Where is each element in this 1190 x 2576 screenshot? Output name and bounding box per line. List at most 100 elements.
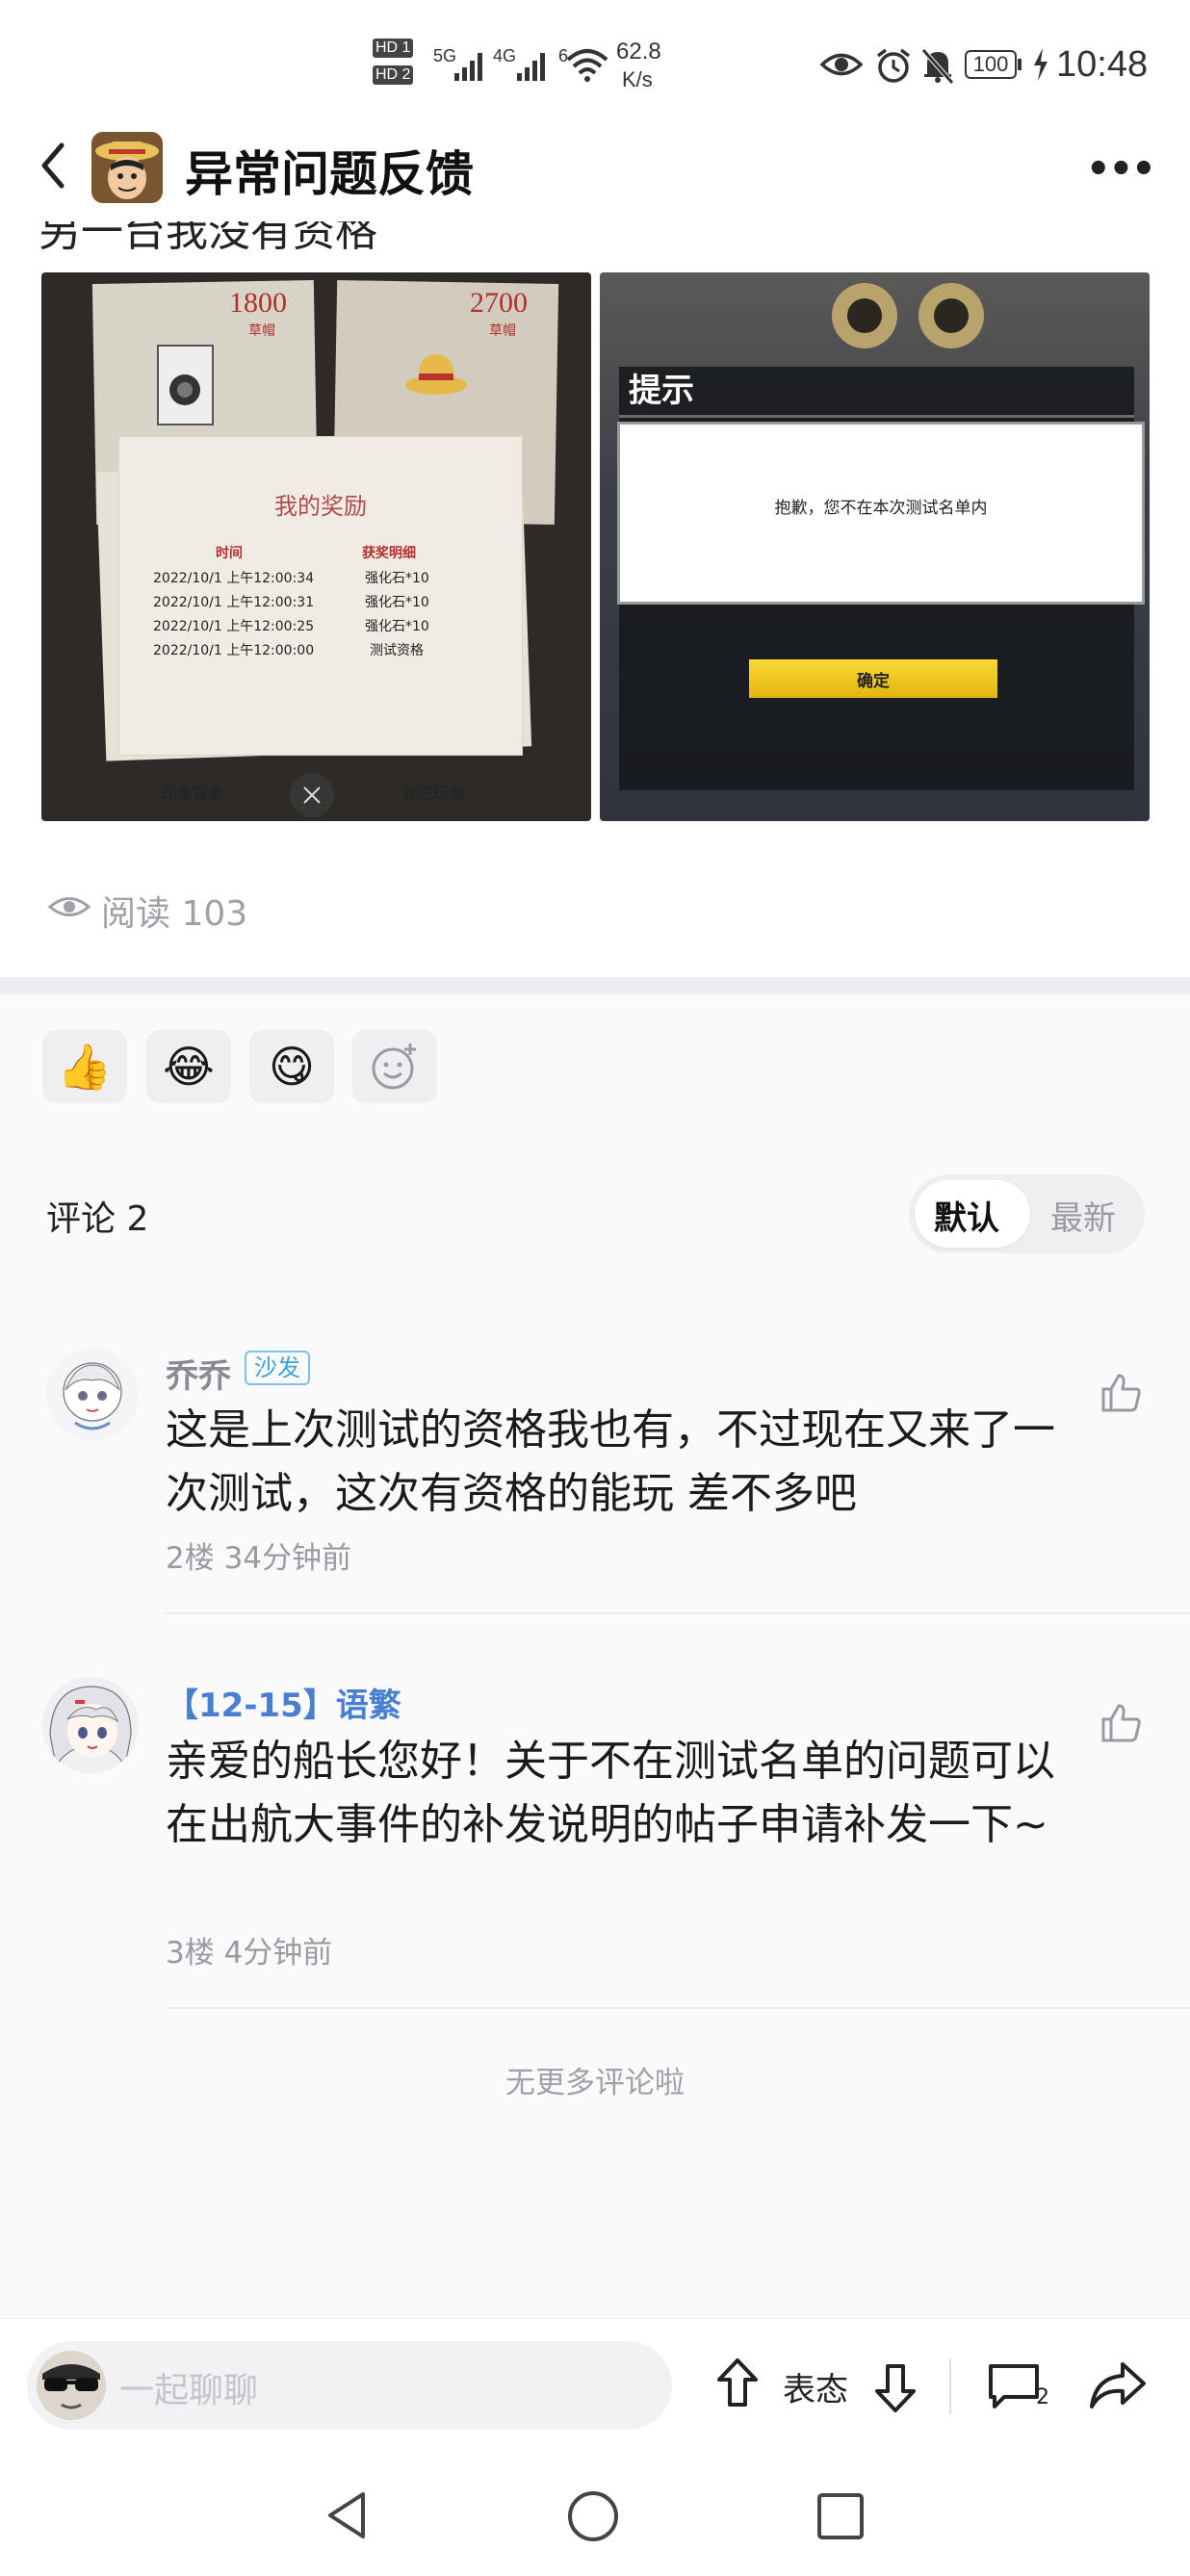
read-eye-icon: [48, 897, 91, 916]
app-header: 异常问题反馈 •••: [0, 111, 1190, 221]
anime-girl-avatar-icon: [46, 1348, 139, 1440]
comment-meta: 2楼 34分钟前: [166, 1541, 352, 1576]
net2-label: 4G: [493, 46, 517, 65]
reward-time: 2022/10/1 上午12:00:34: [153, 571, 315, 586]
bar-divider: [949, 2358, 951, 2414]
comment-author[interactable]: 乔乔: [166, 1350, 231, 1397]
nav-recents-icon[interactable]: [815, 2491, 866, 2541]
thumbs-up-emoji-icon: 👍: [57, 1040, 113, 1093]
comment-input[interactable]: 一起聊聊: [27, 2341, 672, 2430]
hd2-badge: HD 2: [373, 65, 414, 85]
back-arrow-icon[interactable]: [37, 138, 69, 193]
forum-avatar[interactable]: [91, 132, 163, 203]
add-emoji-icon: [372, 1043, 416, 1090]
comment-separator: [166, 1612, 1190, 1614]
reward-time: 2022/10/1 上午12:00:00: [153, 643, 315, 658]
comments-count: 评论 2: [46, 1199, 149, 1239]
battery-tip: [1018, 59, 1022, 70]
share-icon[interactable]: [1088, 2358, 1148, 2412]
speed-value: 62.8: [616, 39, 661, 64]
reaction-thumbs-up[interactable]: 👍: [42, 1030, 127, 1103]
more-options-icon[interactable]: •••: [1086, 147, 1156, 192]
item-chopper-doll: 乔巴玩偶: [402, 785, 465, 803]
attitude-label[interactable]: 表态: [783, 2363, 848, 2410]
sort-default[interactable]: 默认: [934, 1192, 999, 1239]
rewards-panel: 我的奖励 时间 获奖明细 2022/10/1 上午12:00:34 2022/1…: [118, 436, 523, 756]
reward-times: 2022/10/1 上午12:00:34 2022/10/1 上午12:00:3…: [153, 567, 314, 663]
comment-input-placeholder: 一起聊聊: [119, 2371, 259, 2410]
add-reaction-button[interactable]: [352, 1030, 437, 1103]
reward-time: 2022/10/1 上午12:00:25: [153, 619, 315, 634]
post-image-dialog[interactable]: 提示 抱歉，您不在本次测试名单内 确定: [600, 272, 1150, 821]
nav-home-icon[interactable]: [566, 2489, 620, 2543]
drooling-emoji-icon: 😋: [269, 1041, 315, 1093]
hd-badges: HD 1 HD 2: [373, 39, 414, 85]
comment-separator: [166, 2007, 1190, 2009]
mute-bell-icon: [921, 48, 954, 85]
signal-icon-2: [517, 53, 545, 81]
like-icon[interactable]: [1099, 1372, 1142, 1414]
post-content: 另一台我没有资格 1800 草帽 2700 草帽 我的奖励 时间 获奖明细 20…: [0, 221, 1190, 977]
comment-text: 亲爱的船长您好！关于不在测试名单的问题可以在出航大事件的补发说明的帖子申请补发一…: [166, 1737, 1055, 1849]
comment-meta: 3楼 4分钟前: [166, 1936, 333, 1971]
dialog-title: 提示: [629, 372, 694, 410]
section-divider: [0, 977, 1190, 994]
read-count: 阅读 103: [101, 894, 248, 934]
upvote-icon[interactable]: [715, 2357, 760, 2410]
downvote-icon[interactable]: [873, 2360, 918, 2414]
post-image-rewards[interactable]: 1800 草帽 2700 草帽 我的奖励 时间 获奖明细 2022/10/1 上…: [41, 272, 591, 821]
avatar[interactable]: [42, 1677, 139, 1773]
nav-back-icon[interactable]: [323, 2488, 373, 2542]
clock: 10:48: [1056, 44, 1149, 85]
reward-detail: 强化石*10: [365, 571, 429, 586]
laughing-crying-emoji-icon: 😂: [163, 1041, 215, 1093]
reward-detail: 测试资格: [370, 643, 424, 658]
post-text-clipped: 另一台我没有资格: [39, 221, 377, 256]
reaction-laughing[interactable]: 😂: [146, 1030, 231, 1103]
price-right: 2700: [470, 287, 528, 319]
comment-count-badge: 2: [1036, 2385, 1049, 2409]
price-left-sub: 草帽: [248, 323, 275, 339]
like-icon[interactable]: [1099, 1702, 1142, 1744]
wifi-icon: [566, 49, 608, 82]
col-time: 时间: [216, 546, 243, 561]
battery-icon: 100: [965, 50, 1017, 79]
dialog-divider: [619, 415, 1134, 418]
stamp-item: [157, 345, 214, 425]
hd1-badge: HD 1: [373, 39, 414, 58]
status-bar: HD 1 HD 2 5G 4G 6 62.8 K/s 100 10:48: [0, 0, 1190, 111]
straw-hat-avatar-icon: [91, 132, 163, 203]
price-right-sub: 草帽: [489, 323, 516, 339]
comment-text: 这是上次测试的资格我也有，不过现在又来了一次测试，这次有资格的能玩 差不多吧: [166, 1405, 1055, 1518]
my-avatar: [37, 2351, 106, 2420]
confirm-button: 确定: [749, 659, 997, 698]
reward-detail: 强化石*10: [365, 619, 429, 634]
close-panel-icon: [290, 773, 334, 817]
sunglasses-avatar-icon: [37, 2351, 106, 2420]
signal-icon: [454, 53, 482, 81]
dialog-message: 抱歉，您不在本次测试名单内: [774, 499, 988, 518]
item-stamp-box: 印章盲盒: [162, 785, 224, 803]
reward-detail: 强化石*10: [365, 595, 429, 610]
battery-level: 100: [972, 52, 1009, 76]
rewards-title: 我的奖励: [274, 493, 367, 520]
confirm-label: 确定: [857, 671, 890, 691]
alarm-icon: [876, 48, 911, 83]
eye-icon: [820, 53, 863, 76]
avatar[interactable]: [46, 1348, 139, 1440]
reward-time: 2022/10/1 上午12:00:31: [153, 595, 315, 610]
dialog-body: 抱歉，您不在本次测试名单内: [617, 422, 1145, 605]
comment-icon[interactable]: [987, 2360, 1041, 2410]
col-detail: 获奖明细: [362, 546, 416, 561]
sort-toggle: 默认 最新: [909, 1174, 1145, 1253]
speed-unit: K/s: [622, 67, 653, 91]
sort-latest[interactable]: 最新: [1050, 1192, 1116, 1239]
charging-icon: [1034, 48, 1048, 81]
reaction-drooling[interactable]: 😋: [249, 1030, 334, 1103]
price-left: 1800: [229, 287, 287, 319]
straw-hat-item-icon: [405, 354, 467, 395]
comment-author[interactable]: 【12-15】语繁: [166, 1679, 401, 1726]
character-goggles-icon: [832, 283, 984, 348]
reward-details: 强化石*10 强化石*10 强化石*10 测试资格: [365, 567, 429, 663]
page-title: 异常问题反馈: [185, 146, 474, 202]
